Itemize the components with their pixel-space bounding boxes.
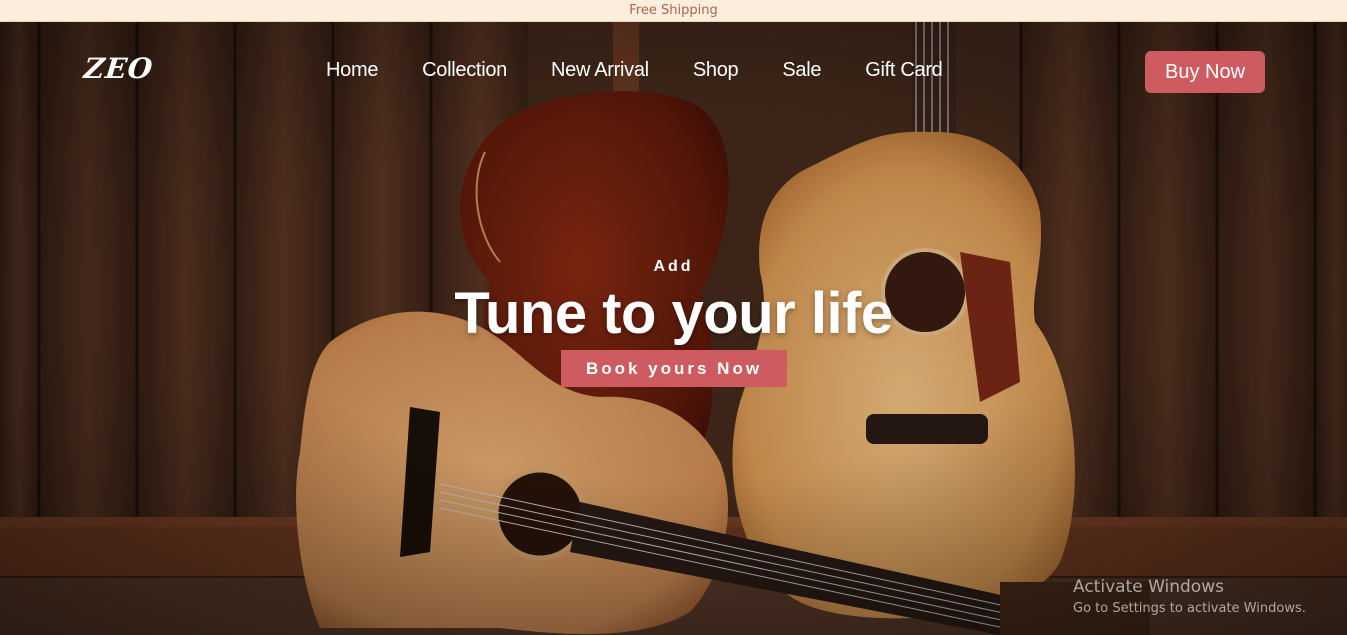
brand-logo[interactable]: ZEO [82, 52, 155, 85]
nav-sale[interactable]: Sale [782, 59, 821, 82]
nav-shop[interactable]: Shop [693, 59, 739, 82]
windows-activation-watermark: Activate Windows Go to Settings to activ… [1073, 577, 1306, 616]
nav-gift-card[interactable]: Gift Card [865, 59, 943, 82]
watermark-subtitle: Go to Settings to activate Windows. [1073, 601, 1306, 616]
announcement-text: Free Shipping [629, 3, 718, 18]
announcement-bar: Free Shipping [0, 0, 1347, 22]
watermark-title: Activate Windows [1073, 577, 1224, 597]
hero-kicker: Add [653, 258, 694, 275]
buy-now-button[interactable]: Buy Now [1145, 51, 1265, 93]
nav-home[interactable]: Home [326, 59, 378, 82]
nav-new-arrival[interactable]: New Arrival [551, 59, 649, 82]
book-now-button[interactable]: Book yours Now [561, 350, 787, 387]
main-nav: Home Collection New Arrival Shop Sale Gi… [326, 59, 943, 82]
nav-collection[interactable]: Collection [422, 59, 507, 82]
hero-headline: Tune to your life [454, 281, 893, 346]
hero-banner: ZEO Home Collection New Arrival Shop Sal… [0, 22, 1347, 635]
